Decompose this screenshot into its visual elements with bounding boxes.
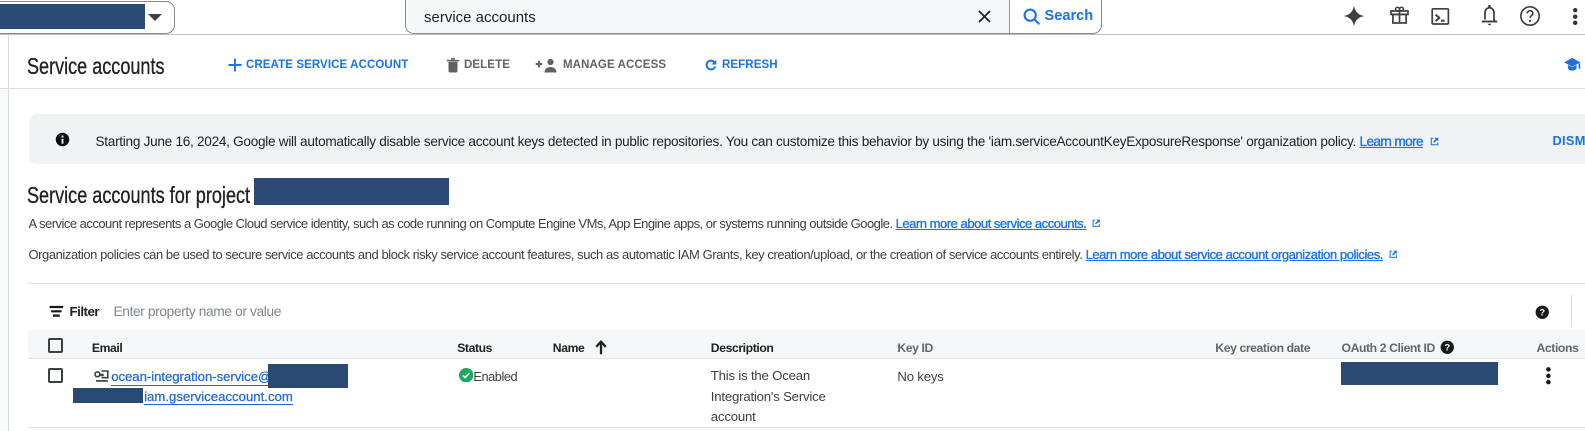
svg-text:?: ? [1444,342,1450,352]
svg-text:?: ? [1539,307,1545,317]
